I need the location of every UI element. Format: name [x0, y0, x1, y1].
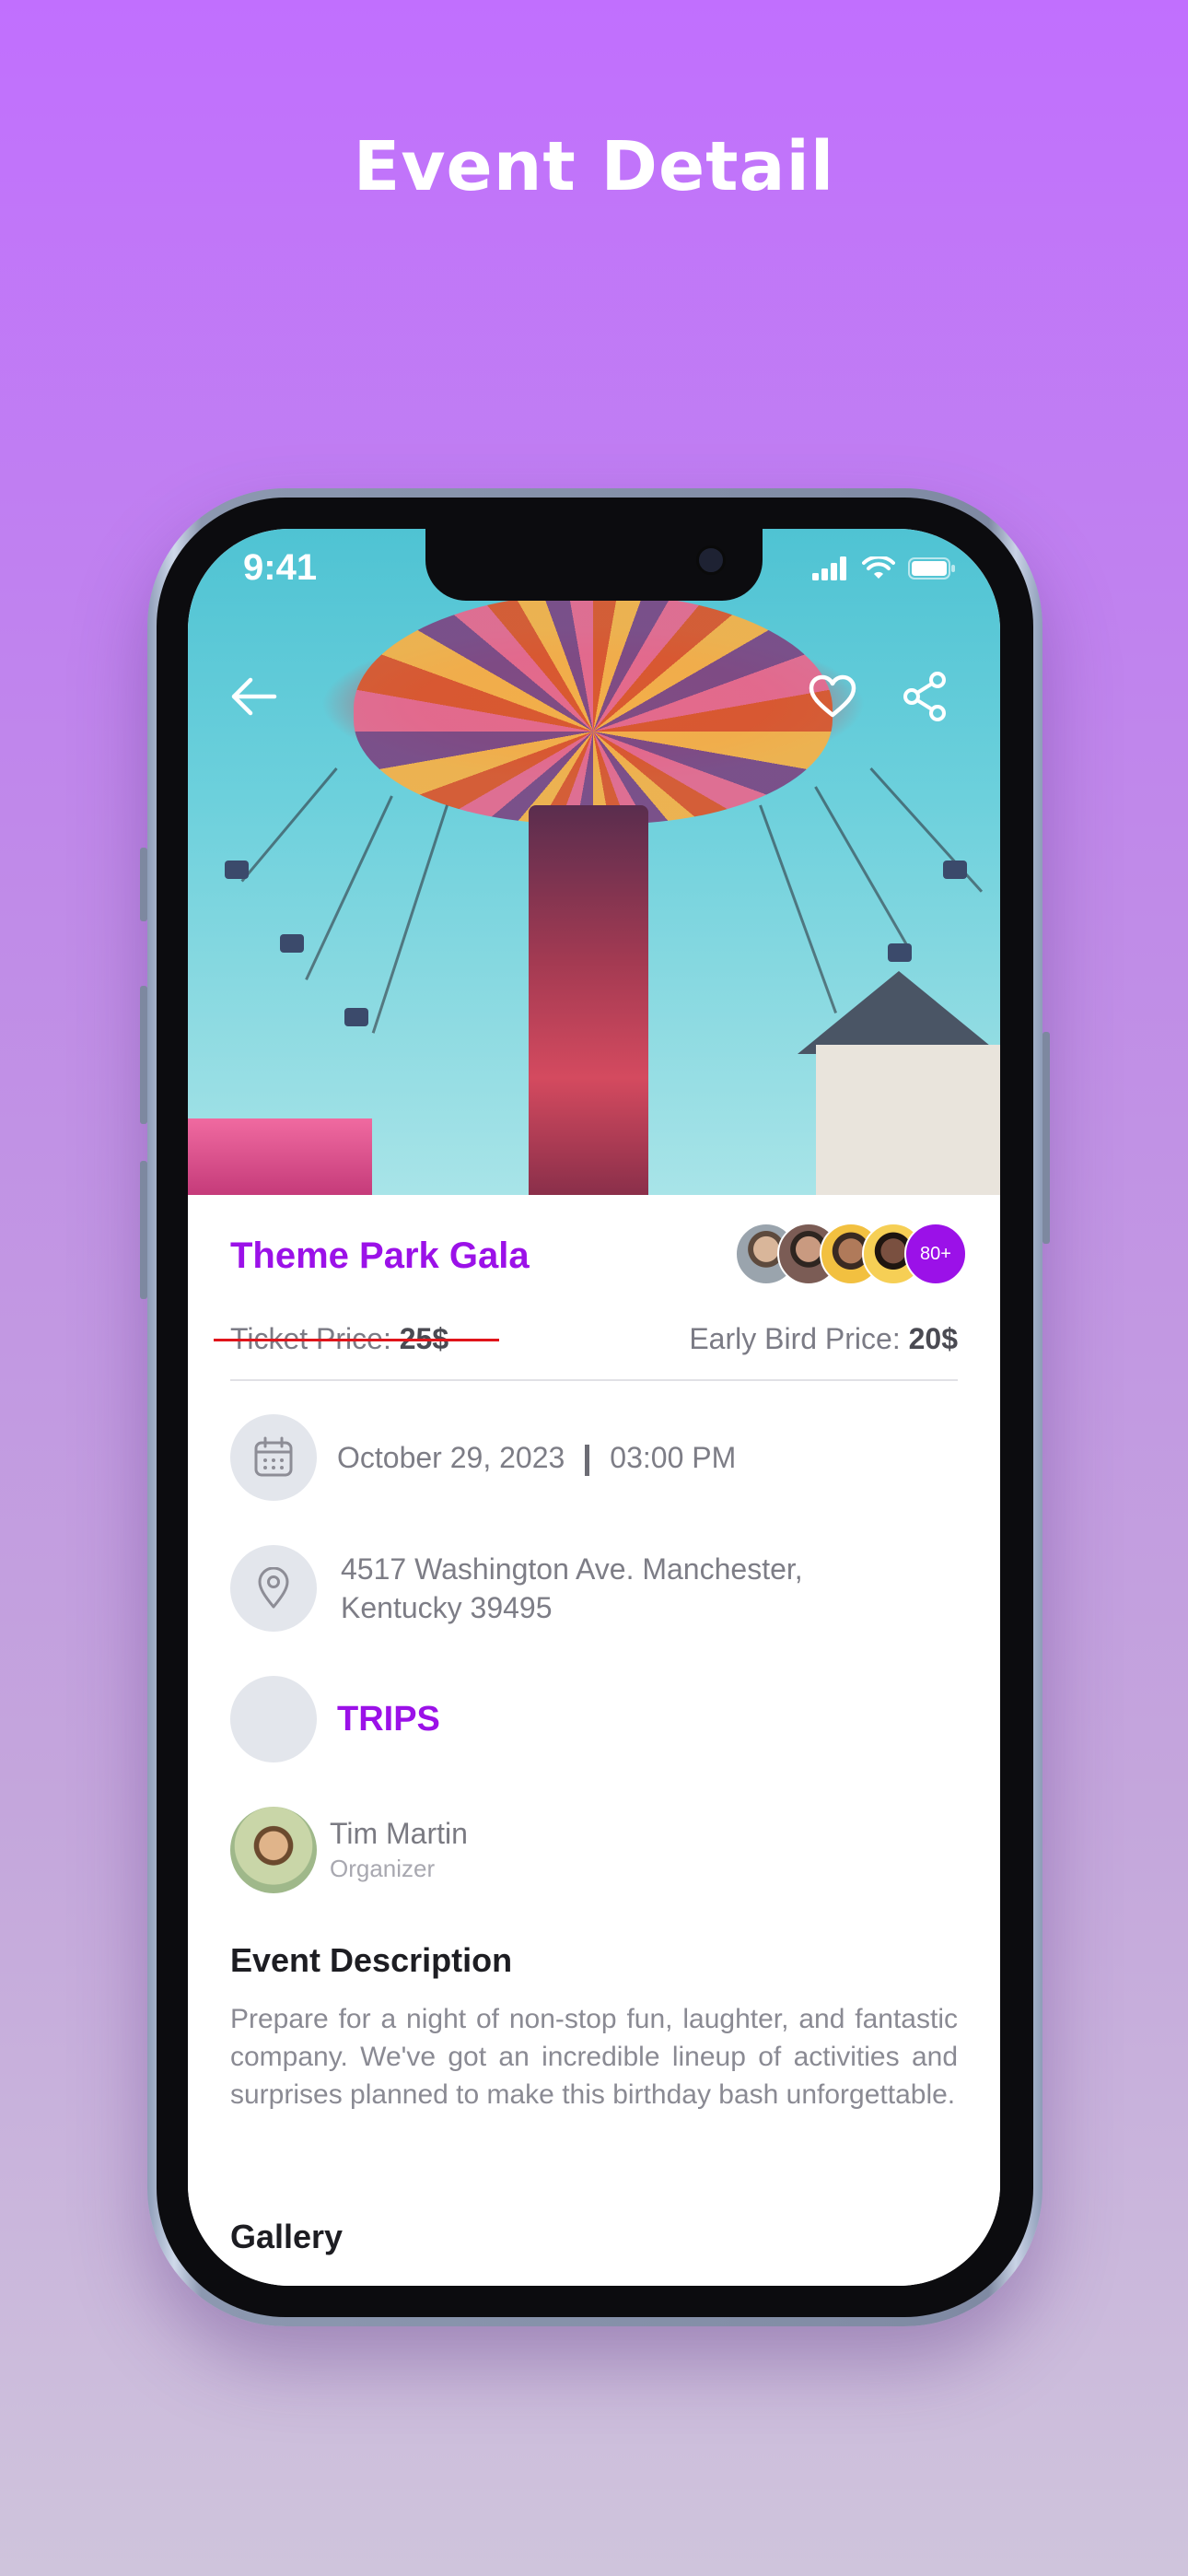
gallery-heading: Gallery — [230, 2218, 344, 2255]
early-bird-price: Early Bird Price: 20$ — [689, 1322, 958, 1356]
status-bar: 9:41 — [188, 529, 1000, 612]
organizer-name: Tim Martin — [330, 1817, 468, 1850]
date-time-separator — [585, 1444, 590, 1476]
page-heading: Event Detail — [353, 127, 835, 206]
volume-down-button — [140, 1161, 147, 1299]
organizer-avatar — [230, 1807, 317, 1893]
heart-icon — [809, 674, 856, 718]
strikethrough-line — [214, 1339, 499, 1341]
event-category: TRIPS — [337, 1699, 440, 1739]
volume-up-button — [140, 986, 147, 1124]
cellular-signal-icon — [812, 556, 846, 580]
event-time: 03:00 PM — [610, 1441, 737, 1474]
back-arrow-icon — [231, 677, 277, 716]
category-row[interactable]: TRIPS — [230, 1676, 958, 1762]
share-button[interactable] — [895, 667, 954, 726]
calendar-icon — [254, 1436, 293, 1477]
mute-switch — [140, 848, 147, 921]
favorite-button[interactable] — [803, 667, 862, 726]
description-heading: Event Description — [230, 1941, 513, 1979]
early-bird-label: Early Bird Price: — [689, 1322, 909, 1355]
ticket-price: Ticket Price: 25$ — [214, 1322, 499, 1356]
price-row: Ticket Price: 25$ Early Bird Price: 20$ — [214, 1322, 958, 1359]
calendar-icon-circle — [230, 1414, 317, 1501]
share-icon — [903, 672, 946, 721]
location-icon-circle — [230, 1545, 317, 1632]
organizer-role: Organizer — [330, 1855, 436, 1882]
app-screen: 9:41 Theme Park Gala 80+ Ticket Price: 2… — [188, 529, 1000, 2286]
event-hero-image: 9:41 — [188, 529, 1000, 1195]
organizer-row[interactable]: Tim Martin Organizer — [230, 1807, 958, 1893]
back-button[interactable] — [225, 667, 284, 726]
location-row[interactable]: 4517 Washington Ave. Manchester, Kentuck… — [230, 1545, 958, 1632]
description-text: Prepare for a night of non-stop fun, lau… — [230, 2004, 958, 2110]
attendee-count-badge: 80+ — [904, 1223, 967, 1285]
early-bird-value: 20$ — [908, 1322, 958, 1355]
wifi-icon — [862, 556, 895, 579]
divider — [230, 1379, 958, 1381]
attendee-avatars[interactable]: 80+ — [735, 1223, 967, 1285]
event-details: Theme Park Gala 80+ Ticket Price: 25$ Ea… — [188, 1195, 1000, 2286]
power-button — [1042, 1032, 1050, 1244]
event-title: Theme Park Gala — [230, 1235, 530, 1276]
event-date: October 29, 2023 — [337, 1441, 565, 1474]
category-icon-circle — [230, 1676, 317, 1762]
notch — [425, 529, 763, 601]
location-pin-icon — [258, 1567, 289, 1609]
address-line-1: 4517 Washington Ave. Manchester, — [341, 1552, 803, 1586]
battery-icon — [908, 557, 955, 580]
status-time: 9:41 — [243, 547, 318, 588]
address-line-2: Kentucky 39495 — [341, 1591, 553, 1624]
date-time-row: October 29, 2023 03:00 PM — [230, 1414, 958, 1501]
